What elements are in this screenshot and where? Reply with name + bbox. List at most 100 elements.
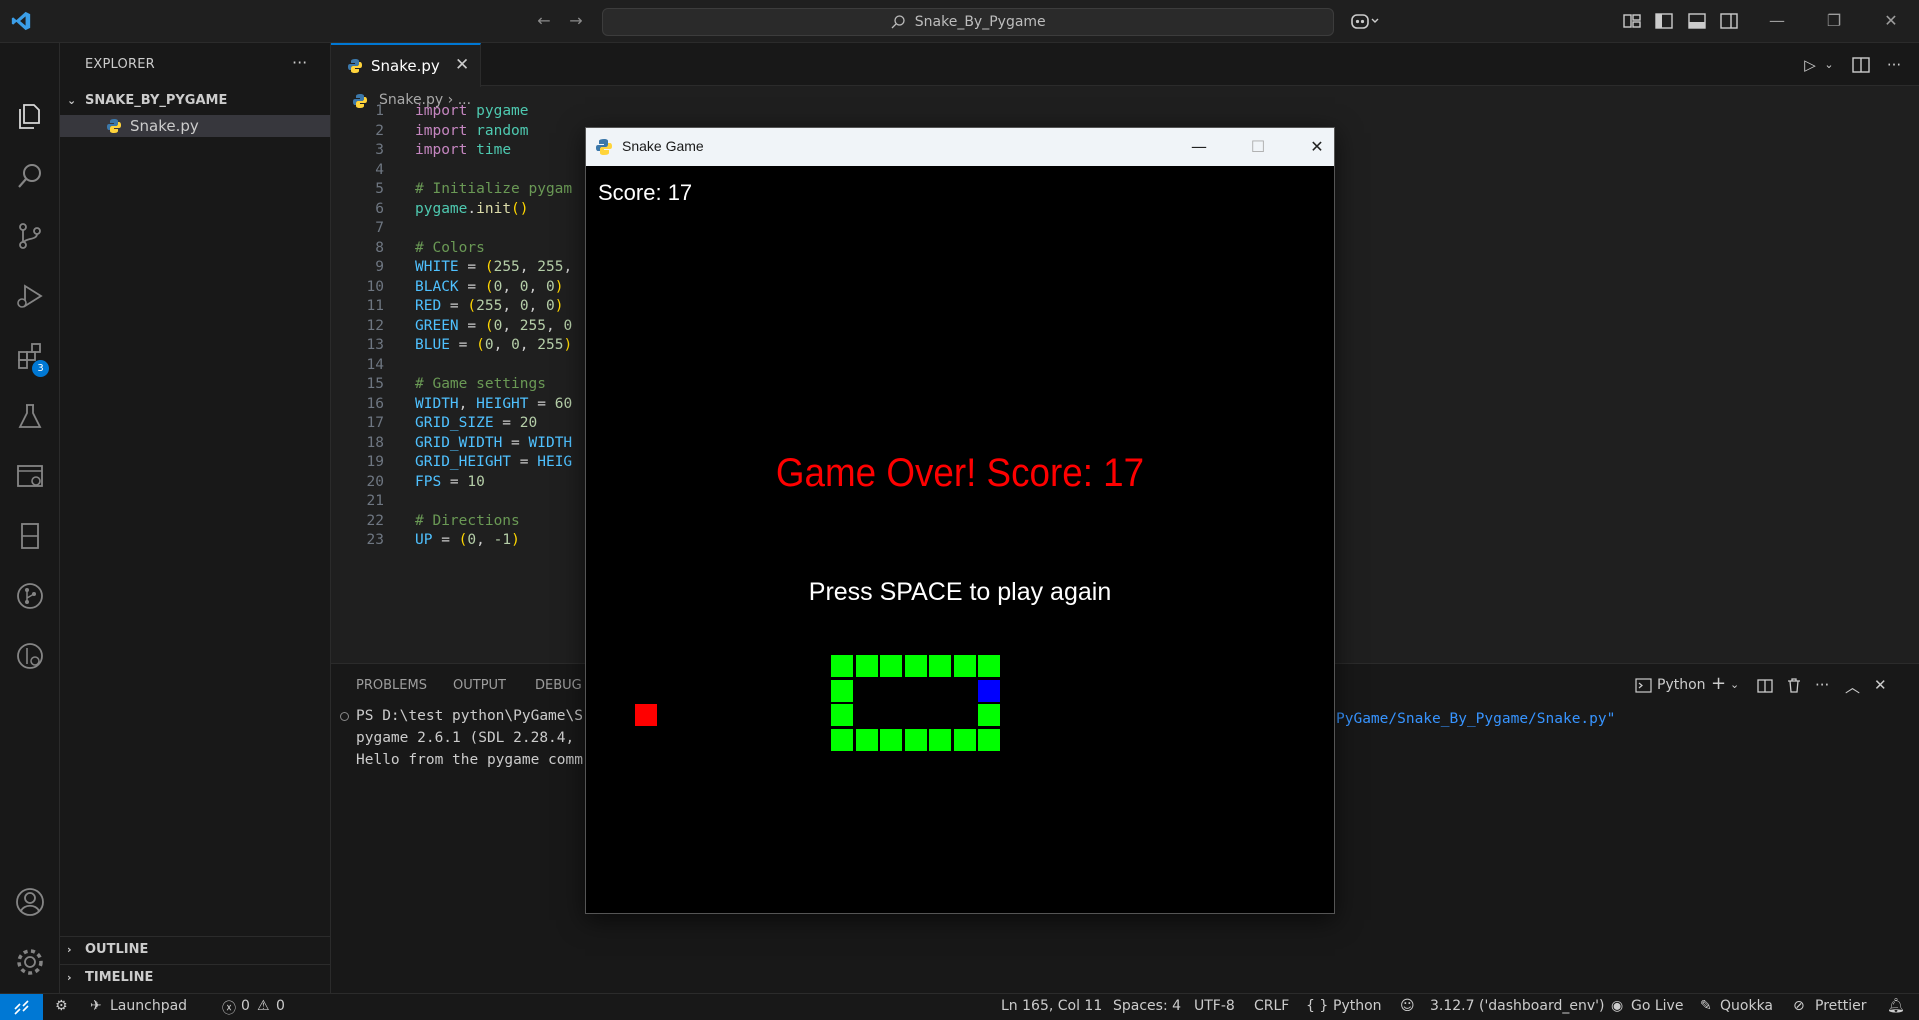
snake-head <box>978 679 1000 702</box>
game-canvas[interactable]: Score: 17 Game Over! Score: 17 Press SPA… <box>586 166 1334 913</box>
panel-more-actions-icon[interactable]: ··· <box>1815 676 1829 694</box>
minimize-icon[interactable]: — <box>1763 8 1791 34</box>
close-window-icon[interactable]: ✕ <box>1877 8 1905 34</box>
editor-more-actions-icon[interactable]: ··· <box>1884 55 1904 75</box>
split-editor-icon[interactable] <box>1851 55 1871 75</box>
game-close-icon[interactable]: ✕ <box>1302 134 1332 160</box>
command-center-text: Snake_By_Pygame <box>914 14 1046 30</box>
go-live-antenna-icon[interactable]: ◉ <box>1611 998 1623 1014</box>
close-panel-icon[interactable]: ✕ <box>1874 676 1887 694</box>
run-file-icon[interactable]: ▷ <box>1800 55 1820 75</box>
testing-flask-icon[interactable] <box>14 400 46 432</box>
line-ending[interactable]: CRLF <box>1254 998 1289 1014</box>
file-item-snake[interactable]: Snake.py <box>60 115 330 137</box>
file-name: Snake.py <box>130 117 199 135</box>
kill-terminal-trash-icon[interactable] <box>1786 677 1802 694</box>
toggle-secondary-sidebar-icon[interactable] <box>1718 10 1740 32</box>
toggle-primary-sidebar-icon[interactable] <box>1653 10 1675 32</box>
cursor-position[interactable]: Ln 165, Col 11 <box>1001 998 1102 1014</box>
terminal-file-link[interactable]: PyGame/Snake_By_Pygame/Snake.py" <box>1336 711 1615 727</box>
remote-indicator[interactable] <box>0 994 43 1020</box>
launchpad-rocket-icon[interactable]: ✈ <box>90 998 102 1014</box>
game-window-titlebar[interactable]: Snake Game — ☐ ✕ <box>586 128 1334 166</box>
python-file-icon <box>348 59 362 73</box>
errors-icon[interactable]: ⓧ <box>222 998 236 1018</box>
tab-output[interactable]: OUTPUT <box>453 678 506 693</box>
search-icon <box>891 15 905 29</box>
notebook-icon[interactable] <box>14 520 46 552</box>
more-actions-icon[interactable]: ··· <box>292 53 307 72</box>
vscode-logo-icon <box>11 11 31 31</box>
prettier-icon[interactable]: ⊘ <box>1793 998 1805 1014</box>
git-graph-icon[interactable] <box>14 580 46 612</box>
terminal-line: PS D:\test python\PyGame\S <box>356 708 583 724</box>
game-minimize-icon[interactable]: — <box>1184 134 1214 160</box>
indentation[interactable]: Spaces: 4 <box>1113 998 1181 1014</box>
editor-tab-bar: Snake.py ✕ ▷ ⌄ ··· <box>331 43 1919 87</box>
forward-arrow-icon[interactable]: → <box>565 10 587 32</box>
terminal-line: Hello from the pygame comm <box>356 752 583 768</box>
launchpad-label[interactable]: Launchpad <box>110 998 187 1014</box>
quokka[interactable]: Quokka <box>1720 998 1773 1014</box>
remote-explorer-icon[interactable] <box>14 460 46 492</box>
terminal-icon <box>1635 678 1652 693</box>
quokka-icon[interactable]: ✎ <box>1700 998 1712 1014</box>
new-terminal-icon[interactable]: + <box>1711 673 1726 694</box>
snake-segment <box>978 728 1000 751</box>
copilot-icon[interactable] <box>1350 10 1380 32</box>
food-pellet <box>635 704 657 726</box>
bug-icon[interactable]: ⚙ <box>55 998 68 1014</box>
snake-game-window[interactable]: Snake Game — ☐ ✕ Score: 17 Game Over! Sc… <box>585 127 1335 914</box>
snake-segment <box>929 728 951 751</box>
settings-gear-icon[interactable] <box>14 946 46 978</box>
python-file-icon <box>107 119 121 133</box>
explorer-icon[interactable] <box>14 100 46 132</box>
explorer-sidebar: EXPLORER ··· ⌄ SNAKE_BY_PYGAME Snake.py … <box>60 43 331 993</box>
accounts-icon[interactable] <box>14 886 46 918</box>
run-debug-icon[interactable] <box>14 280 46 312</box>
source-control-icon[interactable] <box>14 220 46 252</box>
snake-segment <box>978 655 1000 677</box>
errors-count[interactable]: 0 <box>241 998 250 1014</box>
run-dropdown-chevron-icon[interactable]: ⌄ <box>1819 55 1839 75</box>
split-terminal-icon[interactable] <box>1757 678 1773 694</box>
restore-icon[interactable]: ❐ <box>1820 8 1848 34</box>
tab-snake-py[interactable]: Snake.py ✕ <box>331 43 481 87</box>
layout-customize-icon[interactable] <box>1621 10 1643 32</box>
game-maximize-icon[interactable]: ☐ <box>1243 134 1273 160</box>
search-sidebar-icon[interactable] <box>14 160 46 192</box>
snake-segment <box>953 728 976 751</box>
status-bar: ⚙ ✈ Launchpad ⓧ 0 ⚠ 0 Ln 165, Col 11 Spa… <box>0 993 1919 1020</box>
line-source: FPS = 10 <box>415 473 485 490</box>
snake-segment <box>880 728 902 751</box>
terminal-name[interactable]: Python <box>1657 677 1706 693</box>
tab-problems[interactable]: PROBLEMS <box>356 678 427 693</box>
encoding[interactable]: UTF-8 <box>1194 998 1235 1014</box>
extensions-badge: 3 <box>32 360 49 377</box>
go-live[interactable]: Go Live <box>1631 998 1683 1014</box>
command-center-search[interactable]: Snake_By_Pygame <box>602 8 1334 36</box>
language-braces-icon[interactable]: { } <box>1306 998 1328 1014</box>
warnings-count[interactable]: 0 <box>276 998 285 1014</box>
maximize-panel-chevron-up-icon[interactable]: ︿ <box>1845 676 1860 697</box>
toggle-panel-icon[interactable] <box>1686 10 1708 32</box>
snake-segment <box>831 679 853 702</box>
notifications-bell-icon[interactable]: 🔔︎ <box>1887 998 1905 1014</box>
python-interpreter[interactable]: 3.12.7 ('dashboard_env') <box>1430 998 1604 1014</box>
outline-section[interactable]: › OUTLINE <box>60 936 330 962</box>
timeline-section[interactable]: › TIMELINE <box>60 964 330 990</box>
language-mode[interactable]: Python <box>1333 998 1382 1014</box>
activity-bar: 3 <box>0 43 60 993</box>
back-arrow-icon[interactable]: ← <box>533 10 555 32</box>
folder-name: SNAKE_BY_PYGAME <box>85 93 228 108</box>
line-source: import time <box>415 142 512 158</box>
warnings-icon[interactable]: ⚠ <box>257 998 270 1014</box>
git-history-icon[interactable] <box>14 640 46 672</box>
folder-root[interactable]: ⌄ SNAKE_BY_PYGAME <box>60 90 330 112</box>
snake-segment <box>953 655 976 677</box>
prettier[interactable]: Prettier <box>1815 998 1867 1014</box>
chevron-right-icon: › <box>67 971 72 984</box>
close-tab-icon[interactable]: ✕ <box>455 55 469 75</box>
copilot-status-icon[interactable]: ☺ <box>1400 998 1415 1014</box>
terminal-dropdown-chevron-icon[interactable]: ⌄ <box>1730 678 1739 691</box>
